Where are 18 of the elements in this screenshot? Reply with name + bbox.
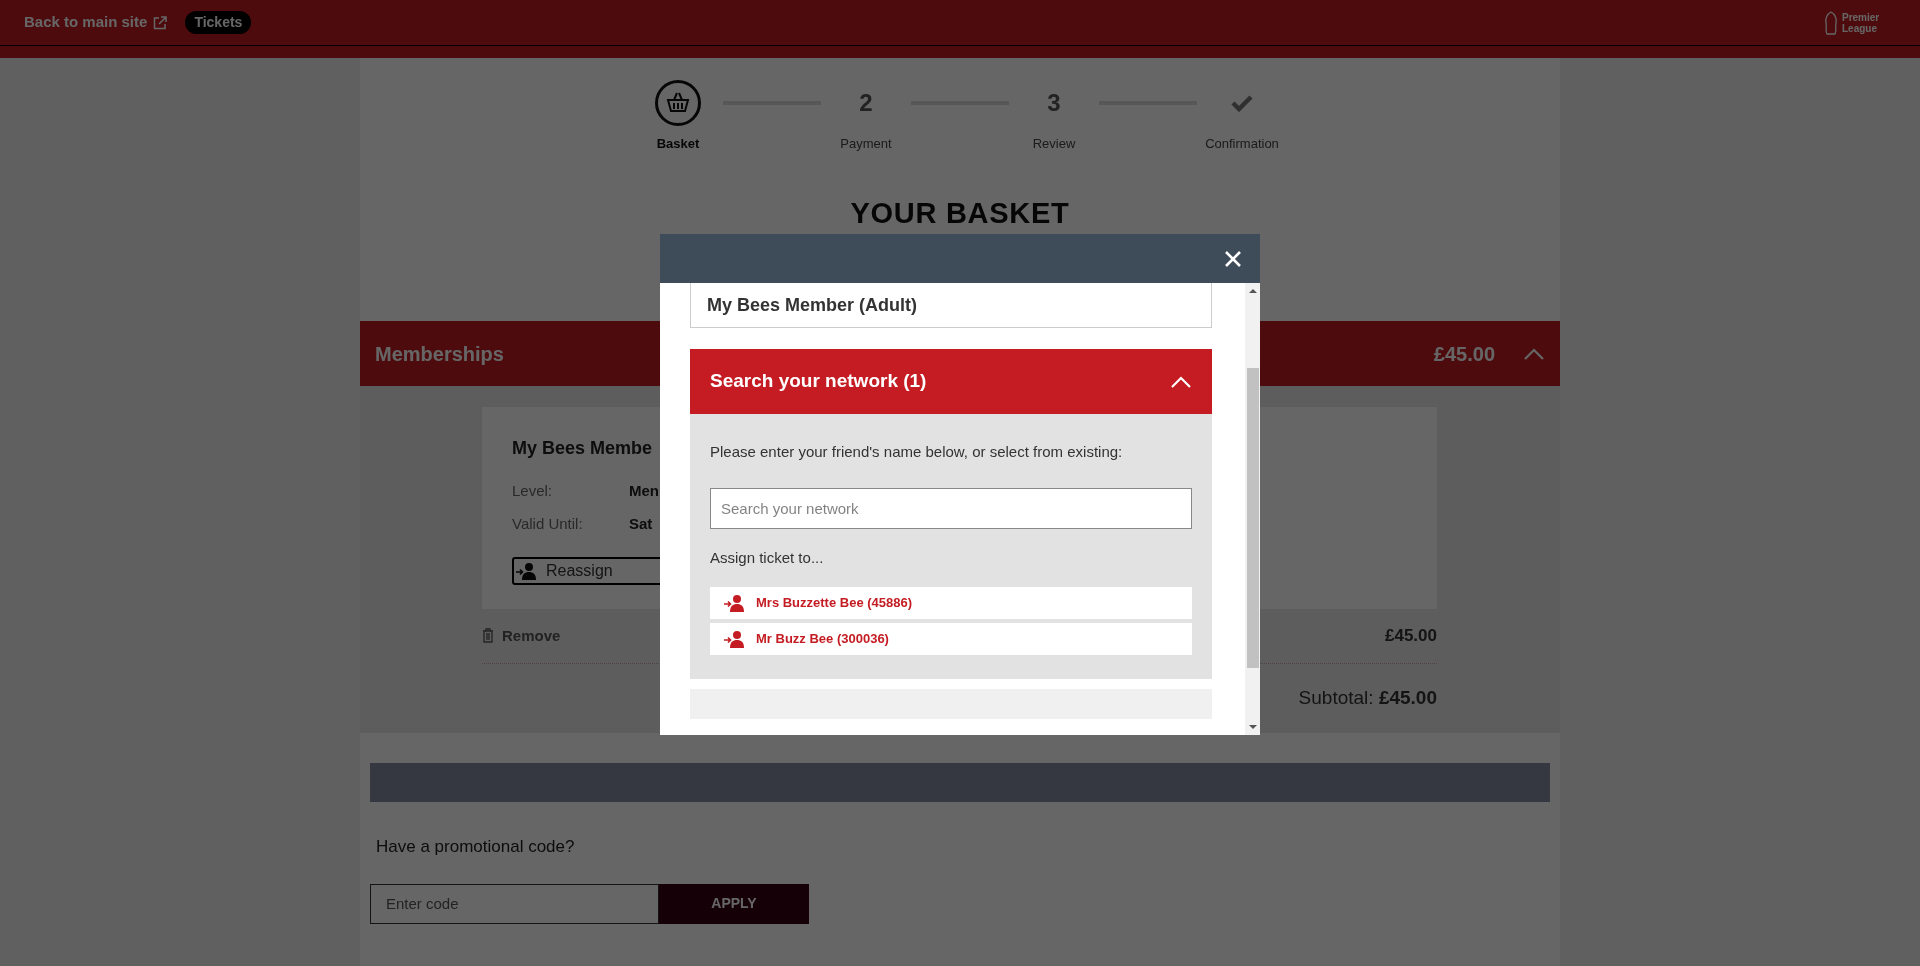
step-number: 3 xyxy=(1047,88,1061,118)
assign-label: Assign ticket to... xyxy=(710,547,825,568)
promo-prompt: Have a promotional code? xyxy=(376,836,576,858)
section-title: Memberships xyxy=(375,341,504,367)
logo-text: Premier League xyxy=(1842,11,1881,34)
item-price: £45.00 xyxy=(1385,625,1437,647)
product-box: My Bees Member (Adult) xyxy=(690,283,1212,328)
tickets-tag: Tickets xyxy=(185,11,252,34)
field-label: Valid Until: xyxy=(512,513,584,534)
step-number: 2 xyxy=(859,88,873,118)
section-total: £45.00 xyxy=(1433,341,1495,367)
field-value: Sat xyxy=(629,513,653,534)
page-title: YOUR BASKET xyxy=(849,195,1071,231)
instructions-text: Please enter your friend's name below, or select from existing: xyxy=(710,442,1124,462)
subtotal: Subtotal: £45.00 xyxy=(1298,685,1437,710)
field-value: Men xyxy=(629,481,659,501)
field-label: Level: xyxy=(512,481,554,501)
item-title: My Bees Membe xyxy=(512,437,653,460)
